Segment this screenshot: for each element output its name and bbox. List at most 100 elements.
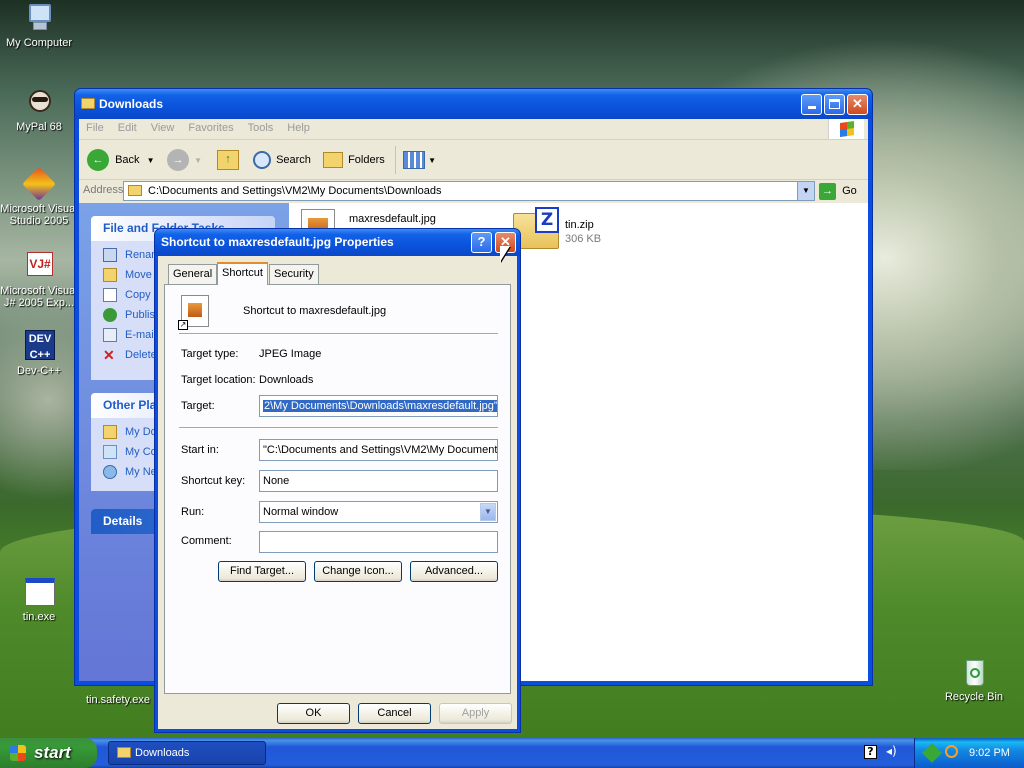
folder-icon [117, 747, 131, 758]
toolbar-divider [395, 146, 396, 174]
separator [179, 333, 498, 335]
maximize-icon [829, 99, 840, 109]
go-button[interactable]: → Go [819, 181, 857, 201]
dialog-titlebar[interactable]: Shortcut to maxresdefault.jpg Properties… [155, 229, 520, 256]
up-folder-icon: ↑ [217, 150, 239, 171]
menu-favorites[interactable]: Favorites [181, 119, 240, 137]
comment-field[interactable] [259, 531, 498, 553]
minimize-button[interactable] [801, 94, 822, 115]
windows-logo-icon [828, 119, 864, 139]
chevron-down-icon[interactable]: ▼ [480, 503, 496, 521]
network-icon [103, 465, 117, 479]
search-tray-icon[interactable] [945, 745, 958, 758]
menu-bar: File Edit View Favorites Tools Help [79, 119, 868, 140]
back-button[interactable]: ← Back ▼ [87, 148, 155, 172]
menu-help[interactable]: Help [280, 119, 317, 137]
menu-view[interactable]: View [144, 119, 182, 137]
menu-file[interactable]: File [79, 119, 111, 137]
desktop-icon-visual-studio[interactable]: Microsoft Visual Studio 2005 [0, 167, 78, 227]
dev-cpp-icon: DEV C++ [23, 330, 55, 362]
recycle-bin-icon [958, 656, 990, 688]
desktop-icon-my-computer[interactable]: My Computer [0, 2, 78, 49]
tab-shortcut[interactable]: Shortcut [217, 262, 268, 285]
apply-button[interactable]: Apply [439, 703, 512, 724]
delete-x-icon: ✕ [103, 347, 115, 363]
desktop-icon-tin-exe[interactable]: tin.exe [0, 576, 78, 623]
email-icon [103, 328, 117, 342]
volume-tray-icon[interactable]: ◂) [886, 744, 900, 760]
address-label: Address [83, 184, 124, 196]
chevron-down-icon[interactable]: ▼ [147, 156, 155, 165]
move-icon [103, 268, 117, 282]
views-button[interactable]: ▼ [403, 148, 436, 172]
rename-icon [103, 248, 117, 262]
minimize-icon [807, 106, 816, 109]
system-tray: 9:02 PM [914, 738, 1024, 768]
file-item[interactable]: Z tin.zip 306 KB [513, 207, 713, 251]
run-select[interactable]: Normal window ▼ [259, 501, 498, 523]
start-in-label: Start in: [181, 444, 219, 456]
folders-icon [323, 152, 343, 169]
ok-button[interactable]: OK [277, 703, 350, 724]
desktop-icon-visual-jsharp[interactable]: VJ# Microsoft Visual J# 2005 Exp... [0, 250, 78, 309]
views-icon [403, 151, 425, 170]
comment-label: Comment: [181, 535, 232, 547]
clock[interactable]: 9:02 PM [969, 738, 1010, 768]
explorer-title: Downloads [99, 97, 164, 111]
address-dropdown-button[interactable]: ▼ [797, 182, 814, 200]
desktop-icon-dev-cpp[interactable]: DEV C++ Dev-C++ [0, 330, 78, 377]
forward-button[interactable]: → ▼ [167, 148, 202, 172]
cancel-button[interactable]: Cancel [358, 703, 431, 724]
target-type-label: Target type: [181, 348, 239, 360]
my-documents-icon [103, 425, 117, 439]
chevron-down-icon: ▼ [428, 156, 436, 165]
taskbar: start Downloads ? ◂) 9:02 PM [0, 738, 1024, 768]
folder-icon [81, 98, 95, 109]
copy-icon [103, 288, 117, 302]
shortcut-key-field[interactable]: None [259, 470, 498, 492]
close-button[interactable]: ✕ [847, 94, 868, 115]
search-icon [253, 151, 271, 170]
menu-edit[interactable]: Edit [111, 119, 144, 137]
find-target-button[interactable]: Find Target... [218, 561, 306, 582]
tab-general[interactable]: General [168, 264, 218, 284]
address-input[interactable]: C:\Documents and Settings\VM2\My Documen… [123, 181, 815, 201]
address-bar: Address C:\Documents and Settings\VM2\My… [79, 180, 868, 202]
shortcut-tab-page: ↗ Shortcut to maxresdefault.jpg Target t… [164, 284, 511, 694]
menu-tools[interactable]: Tools [241, 119, 281, 137]
run-label: Run: [181, 506, 205, 518]
advanced-button[interactable]: Advanced... [410, 561, 498, 582]
folders-button[interactable]: Folders [323, 148, 385, 172]
search-button[interactable]: Search [253, 148, 311, 172]
desktop-icon-recycle-bin[interactable]: Recycle Bin [934, 656, 1014, 703]
shortcut-file-icon: ↗ [178, 295, 209, 330]
taskbar-item-downloads[interactable]: Downloads [108, 741, 266, 765]
maximize-button[interactable] [824, 94, 845, 115]
target-label: Target: [181, 400, 215, 412]
network-tray-icon[interactable] [922, 743, 942, 763]
computer-icon [23, 2, 55, 34]
tab-security[interactable]: Security [269, 264, 319, 284]
separator [179, 427, 498, 429]
help-button[interactable]: ? [471, 232, 492, 253]
go-arrow-icon: → [819, 182, 836, 200]
windows-flag-icon [10, 745, 26, 761]
desktop-icon-tin-safety-exe[interactable]: tin.safety.exe [76, 694, 160, 706]
explorer-titlebar[interactable]: Downloads ✕ [75, 89, 872, 119]
target-location-value: Downloads [259, 374, 314, 386]
properties-dialog[interactable]: Shortcut to maxresdefault.jpg Properties… [154, 228, 521, 733]
chevron-down-icon: ▼ [194, 156, 202, 165]
up-folder-button[interactable]: ↑ [217, 148, 239, 172]
folder-icon [128, 185, 142, 196]
shortcut-key-label: Shortcut key: [181, 475, 246, 487]
help-question-icon: ? [477, 234, 486, 249]
desktop-icon-mypal[interactable]: MyPal 68 [0, 86, 78, 133]
close-icon: ✕ [852, 96, 863, 111]
target-field[interactable]: 2\My Documents\Downloads\maxresdefault.j… [259, 395, 498, 417]
dialog-title: Shortcut to maxresdefault.jpg Properties [161, 235, 394, 249]
start-in-field[interactable]: "C:\Documents and Settings\VM2\My Docume… [259, 439, 498, 461]
change-icon-button[interactable]: Change Icon... [314, 561, 402, 582]
help-tray-icon[interactable]: ? [864, 745, 877, 759]
start-button[interactable]: start [0, 738, 97, 768]
raccoon-icon [23, 86, 55, 118]
